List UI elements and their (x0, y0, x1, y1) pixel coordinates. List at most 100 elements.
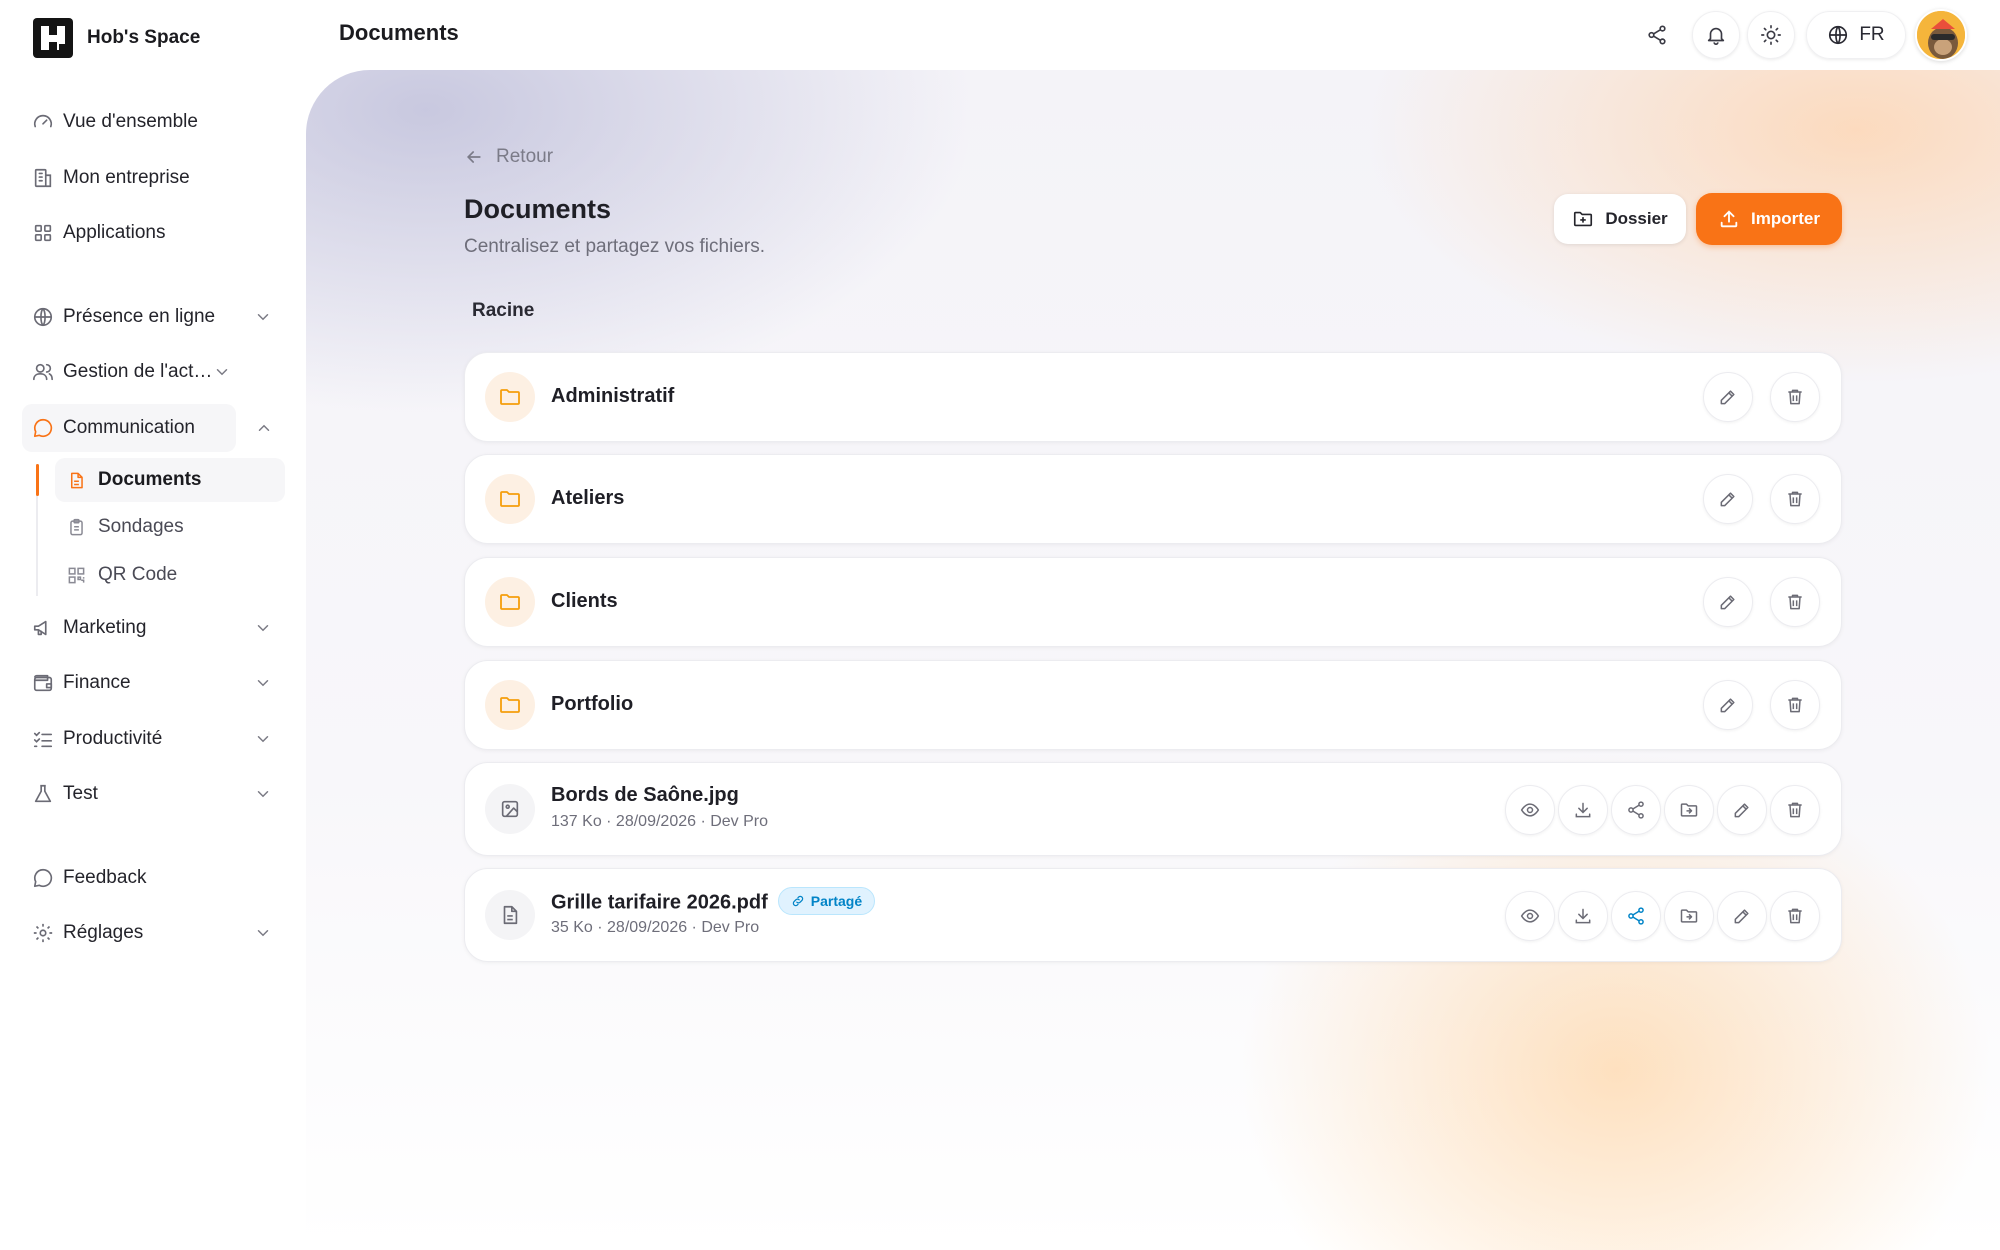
sidebar-item-label: Vue d'ensemble (63, 111, 198, 132)
share-button[interactable] (1633, 11, 1681, 59)
new-folder-button[interactable]: Dossier (1554, 194, 1686, 244)
notifications-button[interactable] (1692, 11, 1740, 59)
sidebar-subitem-qr-code[interactable]: QR Code (55, 553, 285, 597)
rename-button[interactable] (1703, 372, 1753, 422)
sidebar-item-test[interactable]: Test (22, 770, 284, 818)
trash-icon (1785, 489, 1805, 509)
delete-button[interactable] (1770, 680, 1820, 730)
document-icon (67, 471, 86, 490)
submenu-active-indicator (36, 464, 39, 496)
delete-button[interactable] (1770, 577, 1820, 627)
brand-logo (33, 18, 73, 58)
sidebar-item-online-presence[interactable]: Présence en ligne (22, 293, 284, 341)
import-button[interactable]: Importer (1696, 193, 1842, 245)
chevron-down-icon[interactable] (254, 785, 272, 803)
sidebar-item-label: Réglages (63, 922, 144, 943)
language-label: FR (1859, 24, 1885, 45)
link-icon (791, 894, 805, 908)
share-file-button[interactable] (1611, 891, 1661, 941)
chevron-down-icon[interactable] (254, 730, 272, 748)
sidebar-item-settings[interactable]: Réglages (22, 909, 284, 957)
back-link[interactable]: Retour (464, 146, 553, 168)
rename-button[interactable] (1703, 577, 1753, 627)
avatar[interactable] (1915, 9, 1967, 61)
chat-icon (32, 417, 54, 439)
sidebar-subitem-label: Documents (98, 469, 202, 490)
folder-row[interactable]: Clients (464, 557, 1842, 647)
building-icon (32, 167, 54, 189)
shared-badge: Partagé (777, 887, 876, 915)
main-content: Retour Documents Centralisez et partagez… (306, 70, 2000, 1250)
delete-button[interactable] (1770, 372, 1820, 422)
download-button[interactable] (1558, 891, 1608, 941)
theme-toggle-button[interactable] (1747, 11, 1795, 59)
share-file-button[interactable] (1611, 785, 1661, 835)
folder-icon (485, 577, 535, 627)
sidebar-item-communication[interactable]: Communication (22, 404, 236, 452)
chevron-down-icon[interactable] (254, 674, 272, 692)
sidebar-item-label: Feedback (63, 867, 147, 888)
sidebar-item-marketing[interactable]: Marketing (22, 604, 284, 652)
file-row[interactable]: Grille tarifaire 2026.pdf Partagé 35 Ko ·… (464, 868, 1842, 962)
chevron-up-icon[interactable] (255, 419, 273, 437)
sidebar-item-label: Présence en ligne (63, 306, 216, 327)
sidebar-item-finance[interactable]: Finance (22, 659, 284, 707)
breadcrumb[interactable]: Racine (472, 300, 534, 322)
rename-button[interactable] (1703, 680, 1753, 730)
sidebar-subitem-surveys[interactable]: Sondages (55, 505, 285, 549)
grid-icon (32, 222, 54, 244)
trash-icon (1785, 592, 1805, 612)
sidebar-item-overview[interactable]: Vue d'ensemble (22, 98, 284, 146)
chevron-down-icon[interactable] (254, 308, 272, 326)
folder-name: Portfolio (551, 693, 634, 715)
arrow-left-icon (464, 147, 484, 167)
sidebar-item-applications[interactable]: Applications (22, 209, 284, 257)
sidebar-item-feedback[interactable]: Feedback (22, 854, 284, 902)
share-icon (1626, 800, 1646, 820)
preview-button[interactable] (1505, 891, 1555, 941)
clipboard-icon (67, 518, 86, 537)
preview-button[interactable] (1505, 785, 1555, 835)
users-icon (32, 361, 54, 383)
file-row[interactable]: Bords de Saône.jpg 137 Ko · 28/09/2026 ·… (464, 762, 1842, 856)
chevron-down-icon[interactable] (213, 363, 231, 381)
sidebar-item-activity[interactable]: Gestion de l'activité (22, 348, 284, 396)
rename-button[interactable] (1703, 474, 1753, 524)
download-button[interactable] (1558, 785, 1608, 835)
file-meta: 137 Ko · 28/09/2026 · Dev Pro (551, 813, 769, 830)
trash-icon (1785, 800, 1805, 820)
sidebar-item-productivity[interactable]: Productivité (22, 715, 284, 763)
language-selector[interactable]: FR (1806, 11, 1906, 59)
move-button[interactable] (1664, 785, 1714, 835)
rename-button[interactable] (1717, 891, 1767, 941)
page-title: Documents (464, 194, 612, 224)
chevron-down-icon[interactable] (254, 924, 272, 942)
folder-row[interactable]: Portfolio (464, 660, 1842, 750)
brand[interactable]: Hob's Space (33, 18, 200, 58)
folder-name: Ateliers (551, 487, 625, 509)
globe-icon (32, 306, 54, 328)
trash-icon (1785, 387, 1805, 407)
delete-button[interactable] (1770, 785, 1820, 835)
move-button[interactable] (1664, 891, 1714, 941)
sidebar-item-company[interactable]: Mon entreprise (22, 154, 284, 202)
share-icon (1626, 906, 1646, 926)
sidebar-item-label: Test (63, 783, 98, 804)
folder-row[interactable]: Administratif (464, 352, 1842, 442)
folder-icon (485, 680, 535, 730)
chevron-down-icon[interactable] (254, 619, 272, 637)
qr-code-icon (67, 566, 86, 585)
download-icon (1573, 800, 1593, 820)
pencil-icon (1718, 695, 1738, 715)
folder-row[interactable]: Ateliers (464, 454, 1842, 544)
rename-button[interactable] (1717, 785, 1767, 835)
delete-button[interactable] (1770, 891, 1820, 941)
folder-move-icon (1679, 906, 1699, 926)
brand-name: Hob's Space (87, 27, 201, 48)
wallet-icon (32, 672, 54, 694)
folder-plus-icon (1572, 208, 1594, 230)
globe-icon (1827, 24, 1849, 46)
delete-button[interactable] (1770, 474, 1820, 524)
folder-move-icon (1679, 800, 1699, 820)
sidebar-subitem-documents[interactable]: Documents (55, 458, 285, 502)
